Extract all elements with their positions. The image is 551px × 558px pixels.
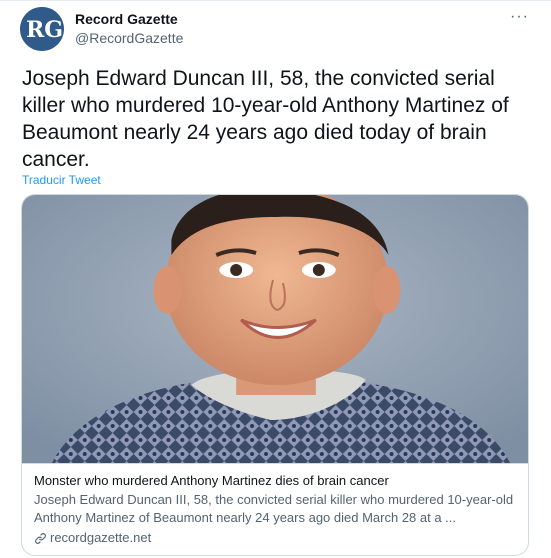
svg-text:RG: RG: [26, 17, 63, 43]
tweet-header: RG Record Gazette @RecordGazette: [20, 7, 183, 51]
translate-tweet-link[interactable]: Traducir Tweet: [22, 173, 101, 187]
author-names: Record Gazette @RecordGazette: [75, 10, 183, 48]
card-photo: [22, 195, 528, 464]
avatar[interactable]: RG: [20, 7, 64, 51]
link-icon: [35, 532, 46, 544]
rg-logo-icon: RG: [20, 7, 64, 51]
card-title: Monster who murdered Anthony Martinez di…: [34, 473, 389, 488]
card-domain: recordgazette.net: [34, 529, 516, 547]
author-display-name[interactable]: Record Gazette: [75, 10, 183, 29]
tweet-text: Joseph Edward Duncan III, 58, the convic…: [22, 67, 509, 171]
more-options-icon[interactable]: ···: [510, 9, 529, 25]
card-text: Monster who murdered Anthony Martinez di…: [22, 464, 528, 547]
link-card[interactable]: Monster who murdered Anthony Martinez di…: [21, 194, 529, 556]
tweet[interactable]: RG Record Gazette @RecordGazette ··· Jos…: [0, 0, 551, 558]
card-description: Joseph Edward Duncan III, 58, the convic…: [34, 492, 514, 525]
card-domain-text: recordgazette.net: [50, 530, 152, 545]
author-handle[interactable]: @RecordGazette: [75, 29, 183, 48]
